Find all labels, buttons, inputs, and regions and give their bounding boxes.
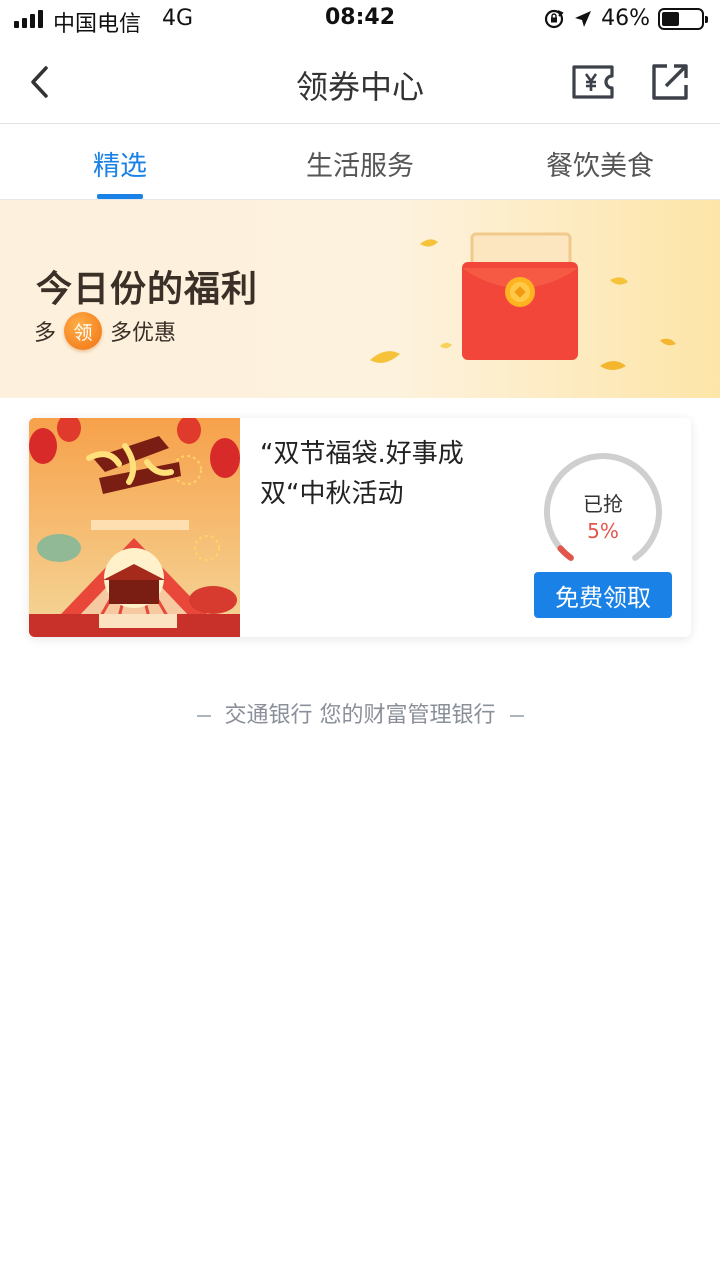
mid-autumn-national-day-poster [29,418,240,637]
location-arrow-icon [575,10,592,27]
banner-subtitle: 多 领 多优惠 [34,312,176,350]
share-icon [652,64,688,100]
claimed-percent: 5% [587,519,619,543]
gauge-progress [557,545,574,561]
coupon-card[interactable]: “双节福袋.好事成双“中秋活动 已抢 5% 免费领取 [29,418,691,637]
status-bar: 中国电信 4G 08:42 46% [0,0,720,40]
footer-dash-right [509,715,524,717]
tab-label: 餐饮美食 [546,151,654,182]
banner-title: 今日份的福利 [36,269,259,310]
coupon-title: “双节福袋.好事成双“中秋活动 [260,439,464,509]
footer-text: 交通银行 您的财富管理银行 [224,703,496,728]
tab-label: 精选 [93,151,147,182]
category-tabs: 精选 生活服务 餐饮美食 [0,124,720,200]
battery-percent: 46% [601,6,650,31]
banner-sub-before: 多 [34,321,57,346]
tab-food-dining[interactable]: 餐饮美食 [480,124,720,199]
banner-sub-after: 多优惠 [110,321,177,346]
claim-free-button[interactable]: 免费领取 [534,572,672,618]
red-envelope-illustration [370,232,676,370]
active-tab-indicator [97,194,143,199]
yen-ticket-icon [572,65,614,99]
welfare-banner[interactable]: 今日份的福利 多 领 多优惠 [0,200,720,398]
rotation-lock-icon [544,9,564,28]
footer-slogan: 交通银行 您的财富管理银行 [0,697,720,729]
battery-icon [658,7,708,30]
footer-dash-left [196,715,211,717]
tab-life-services[interactable]: 生活服务 [240,124,480,199]
share-button[interactable] [646,58,694,106]
my-coupons-button[interactable] [569,58,617,106]
tab-featured[interactable]: 精选 [0,124,240,199]
claimed-label: 已抢 [583,492,623,516]
tab-label: 生活服务 [306,151,414,182]
claim-badge-icon: 领 [64,312,103,350]
navigation-bar: 领券中心 [0,40,720,124]
